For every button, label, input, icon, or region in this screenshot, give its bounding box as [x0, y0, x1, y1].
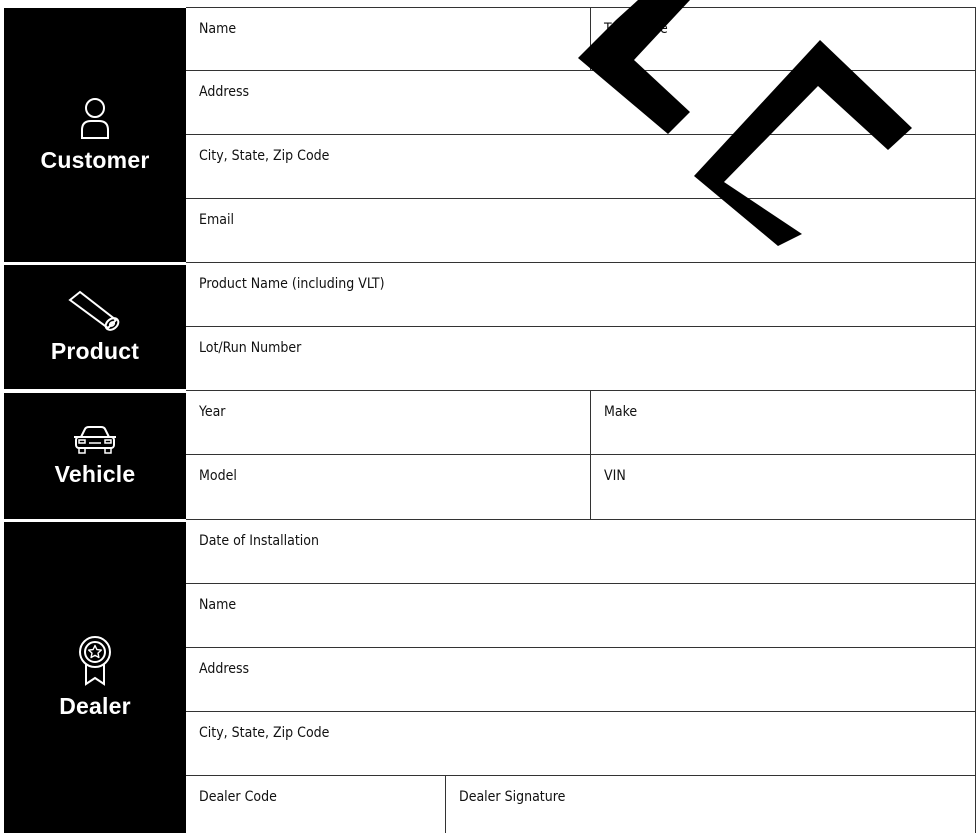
- installation-date-field[interactable]: Date of Installation: [186, 520, 975, 583]
- dealer-address-field[interactable]: Address: [186, 648, 975, 711]
- dealer-city-field[interactable]: City, State, Zip Code: [186, 712, 975, 775]
- vehicle-model-field[interactable]: Model: [186, 455, 590, 519]
- customer-name-label: Name: [199, 21, 237, 37]
- customer-telephone-label: Telephone: [604, 21, 668, 37]
- car-icon: [74, 425, 116, 454]
- customer-email-field[interactable]: Email: [186, 199, 975, 262]
- customer-email-label: Email: [199, 212, 234, 228]
- product-section-header: Product: [4, 265, 186, 389]
- lot-number-label: Lot/Run Number: [199, 340, 302, 356]
- customer-address-field[interactable]: Address: [186, 71, 975, 134]
- award-ribbon-icon: [79, 636, 111, 686]
- vehicle-section-header: Vehicle: [4, 393, 186, 519]
- customer-telephone-field[interactable]: Telephone: [591, 8, 975, 70]
- customer-city-field[interactable]: City, State, Zip Code: [186, 135, 975, 198]
- product-name-label: Product Name (including VLT): [199, 276, 385, 292]
- vehicle-model-label: Model: [199, 468, 237, 484]
- customer-name-field[interactable]: Name: [186, 8, 590, 70]
- dealer-name-label: Name: [199, 597, 237, 613]
- dealer-signature-label: Dealer Signature: [459, 789, 566, 805]
- film-roll-icon: [68, 290, 120, 331]
- dealer-section-header: Dealer: [4, 522, 186, 833]
- vehicle-vin-field[interactable]: VIN: [591, 455, 975, 519]
- vehicle-year-field[interactable]: Year: [186, 391, 590, 454]
- product-name-field[interactable]: Product Name (including VLT): [186, 263, 975, 326]
- dealer-name-field[interactable]: Name: [186, 584, 975, 647]
- vehicle-make-label: Make: [604, 404, 638, 420]
- person-icon: [81, 97, 109, 139]
- lot-number-field[interactable]: Lot/Run Number: [186, 327, 975, 390]
- customer-title: Customer: [40, 146, 150, 173]
- customer-address-label: Address: [199, 84, 250, 100]
- vehicle-title: Vehicle: [54, 460, 136, 487]
- customer-section-header: Customer: [4, 8, 186, 262]
- vehicle-year-label: Year: [199, 404, 226, 420]
- dealer-code-field[interactable]: Dealer Code: [186, 776, 445, 833]
- installation-date-label: Date of Installation: [199, 533, 319, 549]
- product-title: Product: [50, 337, 140, 364]
- dealer-code-label: Dealer Code: [199, 789, 277, 805]
- dealer-title: Dealer: [59, 693, 131, 719]
- vehicle-make-field[interactable]: Make: [591, 391, 975, 454]
- vehicle-vin-label: VIN: [604, 468, 626, 484]
- dealer-city-label: City, State, Zip Code: [199, 725, 330, 741]
- dealer-address-label: Address: [199, 661, 250, 677]
- dealer-signature-field[interactable]: Dealer Signature: [446, 776, 975, 833]
- customer-city-label: City, State, Zip Code: [199, 148, 330, 164]
